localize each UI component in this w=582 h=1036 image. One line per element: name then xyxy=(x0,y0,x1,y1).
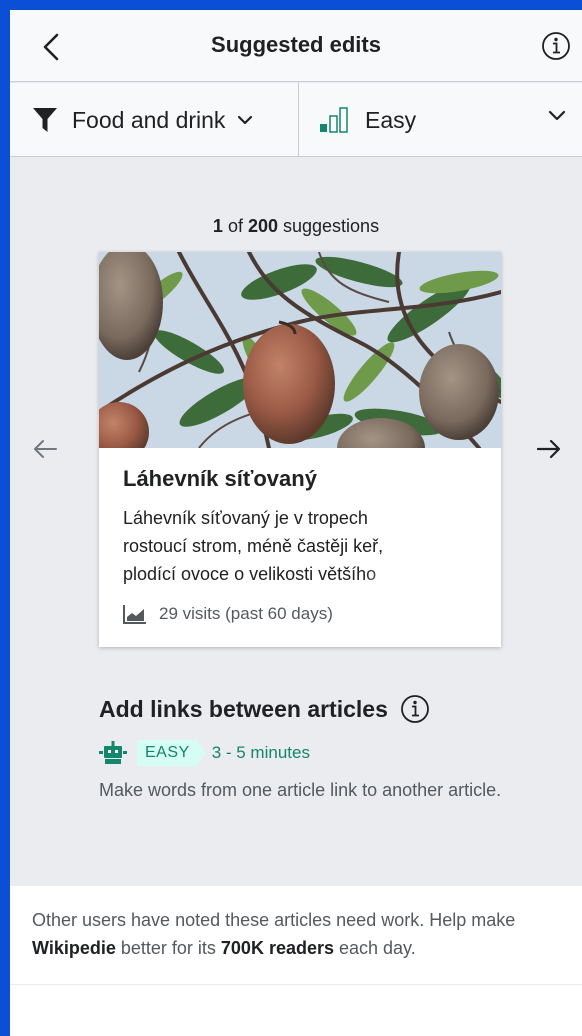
task-title: Add links between articles xyxy=(99,695,388,722)
footer-text-2: better for its xyxy=(115,938,221,958)
info-button[interactable] xyxy=(540,30,572,62)
article-extract: Láhevník síťovaný je v tropech rostoucí … xyxy=(123,504,423,588)
badge-tip xyxy=(195,740,206,766)
robot-icon xyxy=(99,741,127,764)
task-meta: EASY 3 - 5 minutes xyxy=(99,740,310,766)
difficulty-badge-label: EASY xyxy=(137,740,196,766)
info-icon xyxy=(542,32,570,60)
difficulty-filter-label: Easy xyxy=(365,106,417,133)
footer-text-1: Other users have noted these articles ne… xyxy=(32,910,516,930)
arrow-right-icon xyxy=(536,439,561,459)
footer: Other users have noted these articles ne… xyxy=(10,886,582,1036)
extract-fade xyxy=(363,560,423,588)
previous-button[interactable] xyxy=(30,434,60,464)
page-title: Suggested edits xyxy=(211,32,381,57)
difficulty-filter[interactable]: Easy xyxy=(299,83,582,157)
article-visits: 29 visits (past 60 days) xyxy=(123,604,333,624)
counter-current: 1 xyxy=(212,216,223,236)
next-button[interactable] xyxy=(534,434,564,464)
chevron-down-icon xyxy=(548,110,566,121)
topic-filter-label: Food and drink xyxy=(72,106,226,133)
task-duration: 3 - 5 minutes xyxy=(211,743,310,762)
article-card[interactable]: Láhevník síťovaný Láhevník síťovaný je v… xyxy=(99,252,501,647)
visits-text: 29 visits (past 60 days) xyxy=(159,604,333,623)
chevron-left-icon xyxy=(43,33,59,61)
info-icon xyxy=(400,695,429,723)
task-heading: Add links between articles xyxy=(99,694,430,724)
chevron-down-icon xyxy=(238,115,253,125)
article-extract-text: Láhevník síťovaný je v tropech rostoucí … xyxy=(123,508,384,584)
task-info-button[interactable] xyxy=(400,694,430,724)
article-title: Láhevník síťovaný xyxy=(123,466,317,491)
footer-wiki-name: Wikipedie xyxy=(32,938,116,958)
footer-text-3: each day. xyxy=(334,938,416,958)
counter-suffix: suggestions xyxy=(278,216,380,236)
article-image xyxy=(99,252,501,448)
task-description: Make words from one article link to anot… xyxy=(99,780,502,800)
back-button[interactable] xyxy=(36,30,66,64)
difficulty-badge: EASY xyxy=(137,740,206,766)
counter-total: 200 xyxy=(247,216,278,236)
topic-filter[interactable]: Food and drink xyxy=(10,83,299,157)
footer-readers: 700K readers xyxy=(220,938,334,958)
difficulty-bars-icon xyxy=(320,107,348,133)
top-bar: Suggested edits xyxy=(10,10,582,82)
arrow-left-icon xyxy=(34,440,57,458)
app-frame: Suggested edits Food and drink Easy 1 of… xyxy=(10,10,582,1036)
funnel-icon xyxy=(33,108,57,132)
filter-bar: Food and drink Easy xyxy=(10,83,582,157)
chart-icon xyxy=(123,605,146,624)
suggestion-counter: 1 of 200 suggestions xyxy=(10,216,582,237)
counter-of: of xyxy=(222,216,248,236)
footer-divider xyxy=(10,984,582,985)
footer-message: Other users have noted these articles ne… xyxy=(32,906,562,962)
